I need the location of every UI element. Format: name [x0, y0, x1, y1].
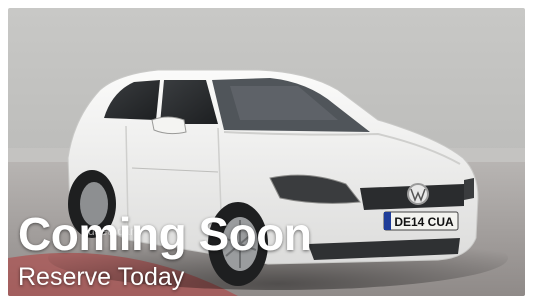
plate-eu-strip — [384, 212, 391, 230]
listing-frame: DE14 CUA used cars Coming Soon Reserve T… — [0, 0, 533, 302]
coming-soon-headline: Coming Soon — [18, 208, 312, 260]
headlight-right — [464, 178, 474, 200]
plate-text: DE14 CUA — [394, 215, 454, 229]
reserve-today-subline: Reserve Today — [18, 263, 185, 291]
side-mirror — [151, 116, 187, 135]
